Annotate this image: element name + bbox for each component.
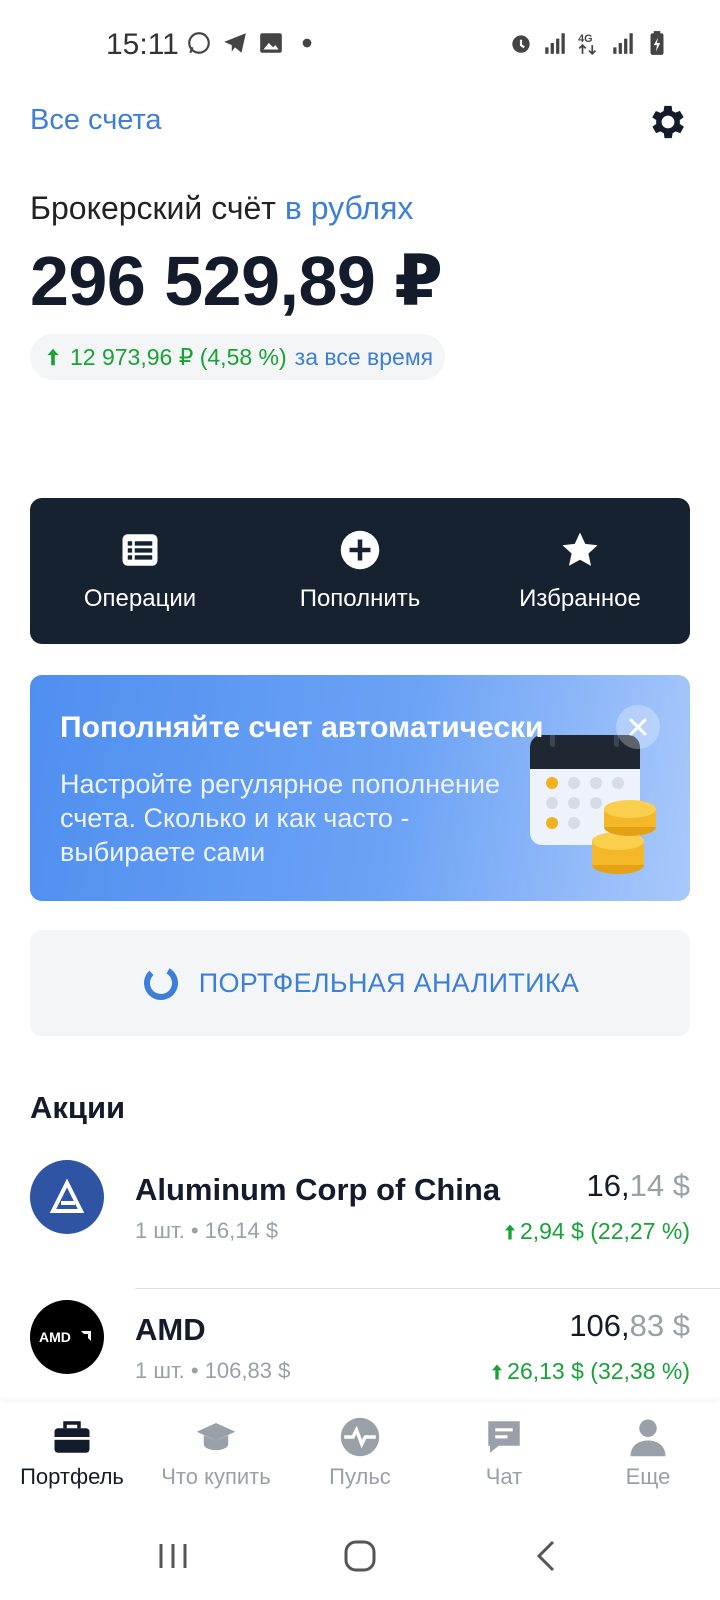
stock-row[interactable]: Aluminum Corp of China 1 шт. • 16,14 $ 1…	[0, 1160, 720, 1280]
top-up-label: Пополнить	[299, 585, 421, 612]
promo-title: Пополняйте счет автоматически	[60, 711, 544, 744]
back-button[interactable]	[517, 1526, 577, 1586]
alarm-icon	[512, 35, 530, 53]
signal-icon	[545, 33, 565, 54]
action-panel: Операции Пополнить Избранное	[30, 498, 690, 644]
gear-icon[interactable]	[646, 100, 690, 144]
operations-label: Операции	[83, 585, 197, 612]
bottom-navigation: Портфель Что купить Пульс Чат Еще	[0, 1402, 720, 1512]
stock-change-value: 26,13 $ (32,38 %)	[507, 1358, 690, 1384]
signal-2-icon	[613, 33, 633, 54]
amd-logo-icon: AMD	[39, 1329, 91, 1345]
stock-quantity: 1 шт. • 16,14 $	[135, 1218, 279, 1243]
status-time: 15:11	[106, 28, 179, 61]
graduation-cap-icon	[196, 1423, 236, 1451]
pulse-icon	[340, 1417, 380, 1457]
home-button[interactable]	[330, 1526, 390, 1586]
profit-loss-period: за все время	[294, 343, 434, 370]
stock-name: Aluminum Corp of China	[135, 1172, 501, 1207]
svg-text:4G: 4G	[578, 33, 592, 45]
donut-chart-icon	[143, 966, 178, 1000]
operations-button[interactable]: Операции	[30, 498, 250, 644]
nav-portfolio[interactable]: Портфель	[0, 1402, 144, 1512]
nav-more-label: Еще	[625, 1464, 671, 1489]
portfolio-analytics-button[interactable]: ПОРТФЕЛЬНАЯ АНАЛИТИКА	[30, 930, 690, 1036]
all-accounts-link[interactable]: Все счета	[30, 104, 162, 137]
chat-icon	[488, 1421, 520, 1453]
nav-portfolio-label: Портфель	[20, 1464, 124, 1489]
arrow-up-icon	[504, 1224, 515, 1240]
stock-name: AMD	[135, 1312, 206, 1347]
nav-pulse-label: Пульс	[329, 1464, 391, 1489]
stock-quantity: 1 шт. • 106,83 $	[135, 1358, 291, 1383]
stocks-section-title: Акции	[30, 1090, 126, 1125]
user-icon	[630, 1419, 666, 1457]
stock-change: 26,13 $ (32,38 %)	[487, 1358, 690, 1385]
star-icon	[562, 532, 598, 566]
calendar-coins-illustration	[530, 735, 656, 874]
stock-price-dec: 83 $	[629, 1308, 690, 1343]
nav-chat[interactable]: Чат	[432, 1402, 576, 1512]
system-navigation-bar	[0, 1512, 720, 1600]
auto-topup-promo-banner[interactable]: Пополняйте счет автоматически Настройте …	[30, 675, 690, 901]
back-icon	[536, 1540, 554, 1572]
promo-close-button[interactable]	[616, 705, 660, 749]
home-icon	[344, 1540, 376, 1572]
nav-more[interactable]: Еще	[576, 1402, 720, 1512]
plus-circle-icon	[340, 530, 380, 570]
status-left-icons	[186, 30, 320, 56]
battery-icon	[650, 31, 664, 55]
profit-loss-chip[interactable]: 12 973,96 ₽ (4,58 %) за все время	[30, 334, 446, 380]
header: Все счета	[30, 100, 690, 144]
favorites-label: Избранное	[519, 585, 641, 612]
profit-loss-value: 12 973,96 ₽ (4,58 %)	[70, 343, 287, 370]
account-balance: 296 529,89 ₽	[30, 242, 443, 320]
svg-text:AMD: AMD	[39, 1329, 71, 1345]
account-type-label: Брокерский счёт	[30, 190, 276, 226]
stock-change-value: 2,94 $ (22,27 %)	[519, 1218, 690, 1244]
top-up-button[interactable]: Пополнить	[250, 498, 470, 644]
stock-price: 16,14 $	[587, 1168, 690, 1204]
account-currency-selector[interactable]: в рублях	[285, 190, 414, 226]
notification-dot-icon	[302, 38, 312, 48]
promo-text: Настройте регулярное пополнение счета. С…	[60, 769, 501, 867]
list-icon	[122, 534, 158, 566]
chalco-logo-icon	[49, 1178, 85, 1213]
nav-what-to-buy-label: Что купить	[161, 1464, 271, 1489]
portfolio-analytics-label: ПОРТФЕЛЬНАЯ АНАЛИТИКА	[198, 967, 580, 998]
favorites-button[interactable]: Избранное	[470, 498, 690, 644]
recent-apps-button[interactable]	[143, 1526, 203, 1586]
nav-what-to-buy[interactable]: Что купить	[144, 1402, 288, 1512]
nav-pulse[interactable]: Пульс	[288, 1402, 432, 1512]
account-title: Брокерский счёт в рублях	[30, 190, 413, 227]
status-right-icons: 4G	[508, 30, 670, 56]
amd-logo: AMD	[30, 1300, 104, 1374]
stock-price-int: 16,	[586, 1168, 630, 1203]
4g-icon: 4G	[578, 33, 597, 56]
arrow-up-icon	[47, 348, 59, 366]
arrow-up-icon	[492, 1364, 503, 1380]
chalco-logo	[30, 1160, 104, 1234]
whatsapp-icon	[188, 32, 210, 54]
nav-chat-label: Чат	[485, 1464, 523, 1489]
briefcase-icon	[54, 1421, 90, 1453]
stock-price-dec: 14 $	[629, 1168, 690, 1203]
gallery-icon	[260, 33, 282, 53]
recent-apps-icon	[159, 1544, 187, 1568]
close-icon	[629, 718, 647, 736]
telegram-icon	[224, 33, 246, 53]
status-bar: 15:11 4G	[0, 0, 720, 86]
stock-price: 106,83 $	[569, 1308, 690, 1344]
stock-divider	[135, 1288, 720, 1289]
stock-price-int: 106,	[569, 1308, 630, 1343]
stock-change: 2,94 $ (22,27 %)	[500, 1218, 690, 1245]
